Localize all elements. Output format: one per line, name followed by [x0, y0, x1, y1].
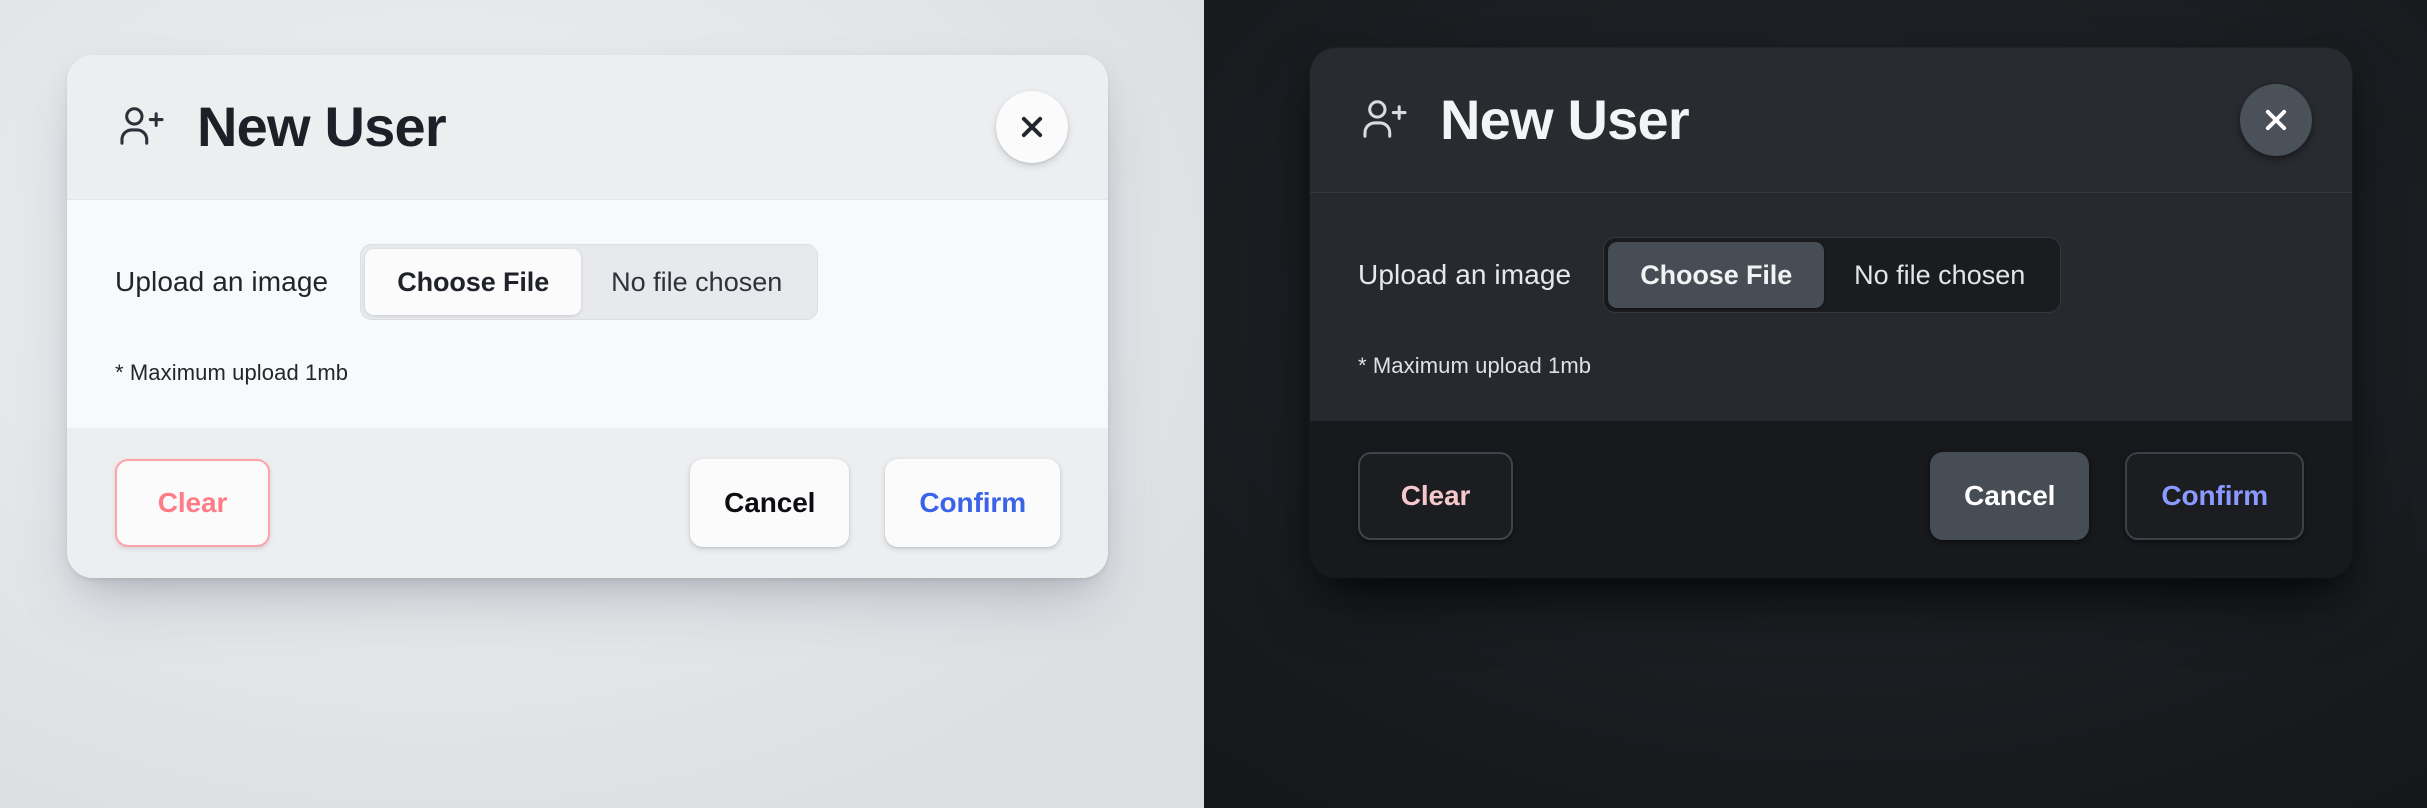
- file-status-text: No file chosen: [1854, 259, 2026, 290]
- file-input-control[interactable]: Choose File No file chosen: [1603, 237, 2062, 313]
- close-icon: [1021, 116, 1043, 138]
- upload-hint-text: * Maximum upload 1mb: [1358, 353, 1592, 378]
- new-user-dialog-dark: New User Upload an image Choose File No …: [1310, 48, 2352, 578]
- confirm-button[interactable]: Confirm: [2125, 452, 2304, 540]
- user-add-icon: [115, 100, 169, 154]
- screenshot-stage: New User Upload an image Choose File No …: [0, 0, 2427, 808]
- upload-row: Upload an image Choose File No file chos…: [115, 244, 1060, 320]
- close-button[interactable]: [2240, 84, 2312, 156]
- dialog-header-left: New User: [1358, 92, 2240, 148]
- footer-action-group: Cancel Confirm: [690, 459, 1060, 547]
- page-title: New User: [197, 95, 447, 158]
- clear-button[interactable]: Clear: [115, 459, 270, 547]
- footer-action-group: Cancel Confirm: [1930, 452, 2304, 540]
- cancel-button[interactable]: Cancel: [1930, 452, 2090, 540]
- close-icon: [2265, 109, 2287, 131]
- choose-file-button[interactable]: Choose File: [1608, 242, 1825, 308]
- dialog-body: Upload an image Choose File No file chos…: [1310, 193, 2352, 421]
- close-button[interactable]: [996, 91, 1068, 163]
- clear-button[interactable]: Clear: [1358, 452, 1513, 540]
- dialog-body: Upload an image Choose File No file chos…: [67, 200, 1108, 428]
- new-user-dialog-light: New User Upload an image Choose File No …: [67, 55, 1108, 578]
- light-theme-panel: New User Upload an image Choose File No …: [0, 0, 1204, 808]
- dialog-header: New User: [67, 55, 1108, 200]
- cancel-button[interactable]: Cancel: [690, 459, 850, 547]
- dark-theme-panel: New User Upload an image Choose File No …: [1204, 0, 2427, 808]
- confirm-button[interactable]: Confirm: [885, 459, 1060, 547]
- file-input-control[interactable]: Choose File No file chosen: [360, 244, 819, 320]
- dialog-header: New User: [1310, 48, 2352, 193]
- upload-image-label: Upload an image: [115, 266, 329, 297]
- upload-hint-text: * Maximum upload 1mb: [115, 360, 349, 385]
- choose-file-button[interactable]: Choose File: [365, 249, 582, 315]
- upload-row: Upload an image Choose File No file chos…: [1358, 237, 2304, 313]
- page-title: New User: [1440, 88, 1690, 151]
- upload-image-label: Upload an image: [1358, 259, 1572, 290]
- user-add-icon: [1358, 93, 1412, 147]
- dialog-footer: Clear Cancel Confirm: [67, 428, 1108, 578]
- dialog-footer: Clear Cancel Confirm: [1310, 421, 2352, 571]
- dialog-header-left: New User: [115, 99, 996, 155]
- file-status-text: No file chosen: [611, 266, 783, 297]
